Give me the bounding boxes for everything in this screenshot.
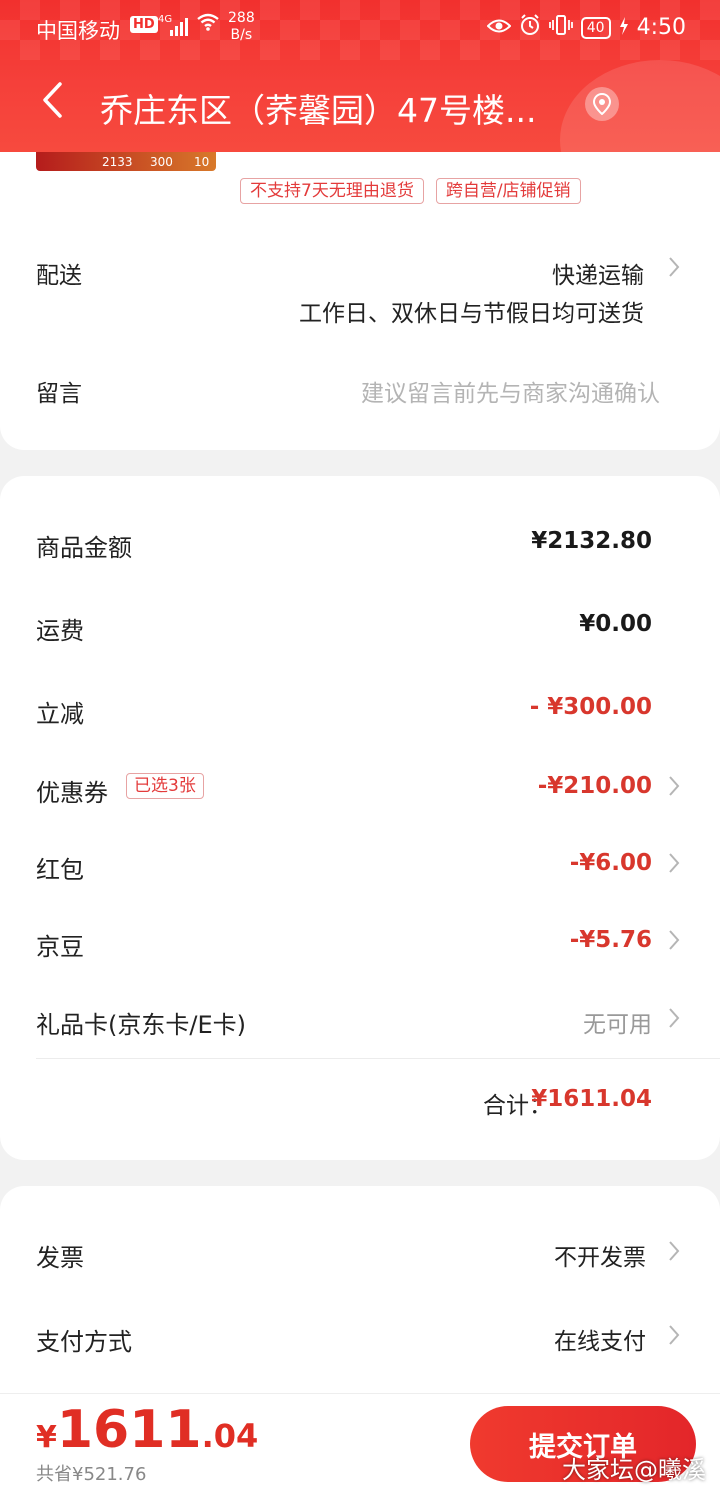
total-value: ¥1611.04 [531,1086,652,1112]
thumb-number-1: 2133 [102,155,133,169]
status-bar: 中国移动 HD 4G 288 B/s 40 4:50 [0,0,720,56]
coupon-label: 优惠券 [36,779,108,807]
shipping-row: 运费 ¥0.00 [36,611,684,651]
instant-discount-label: 立减 [36,700,84,728]
delivery-label: 配送 [36,263,82,289]
no-return-tag: 不支持7天无理由退货 [240,178,424,204]
gift-card-label: 礼品卡(京东卡/E卡) [36,1011,246,1039]
payment-method-row[interactable]: 支付方式 在线支付 [36,1322,684,1362]
delivery-note: 工作日、双休日与节假日均可送货 [299,301,644,327]
chevron-left-icon [41,81,63,123]
instant-discount-row: 立减 - ¥300.00 [36,694,684,734]
saved-amount: 共省¥521.76 [36,1464,147,1485]
thumb-number-2: 300 [150,155,173,169]
speed-value: 288 [228,10,255,26]
network-speed: 288 B/s [228,10,255,44]
amount-integer: 1611 [56,1400,202,1460]
jingdou-value: -¥5.76 [569,927,652,953]
red-packet-label: 红包 [36,856,84,884]
header: 中国移动 HD 4G 288 B/s 40 4:50 乔庄东区（荞馨园）47号楼… [0,0,720,152]
message-input[interactable]: 建议留言前先与商家沟通确认 [361,374,660,408]
chevron-right-icon[interactable] [668,929,680,957]
red-packet-value: -¥6.00 [569,850,652,876]
amount-decimal: .04 [201,1417,259,1455]
chevron-right-icon[interactable] [668,1324,680,1352]
watermark-text: 大家坛@曦溪 [562,1456,706,1484]
invoice-row[interactable]: 发票 不开发票 [36,1238,684,1278]
chevron-right-icon[interactable] [668,256,680,284]
coupon-selected-badge: 已选3张 [126,773,204,799]
vibrate-icon [548,14,573,41]
shipping-value: ¥0.00 [579,611,652,637]
signal-icon [170,18,188,36]
payment-method-value: 在线支付 [554,1329,646,1355]
location-pin-icon[interactable] [585,87,619,121]
product-tags: 不支持7天无理由退货 跨自营/店铺促销 [240,178,581,204]
divider [36,1058,720,1059]
clock-time: 4:50 [636,15,686,40]
red-packet-row[interactable]: 红包 -¥6.00 [36,850,684,890]
payment-method-label: 支付方式 [36,1328,132,1356]
goods-amount-label: 商品金额 [36,534,132,562]
eye-icon [486,16,512,40]
order-info-card: 1823 2133 300 10 不支持7天无理由退货 跨自营/店铺促销 配送 … [0,100,720,450]
charging-icon [619,16,629,40]
goods-amount-value: ¥2132.80 [531,528,652,554]
speed-unit: B/s [230,27,253,43]
carrier-name: 中国移动 [36,19,120,43]
battery-icon: 40 [580,16,611,39]
message-label: 留言 [36,381,82,407]
thumb-number-3: 10 [194,155,210,169]
alarm-icon [519,14,541,41]
promotion-tag: 跨自营/店铺促销 [435,178,581,204]
jingdou-row[interactable]: 京豆 -¥5.76 [36,927,684,967]
chevron-right-icon[interactable] [668,852,680,880]
delivery-method[interactable]: 快递运输 [552,256,644,290]
invoice-label: 发票 [36,1244,84,1272]
wifi-icon [196,12,220,38]
title-bar: 乔庄东区（荞馨园）47号楼... [0,60,720,152]
instant-discount-value: - ¥300.00 [529,694,652,720]
chevron-right-icon[interactable] [668,1007,680,1035]
currency-symbol: ¥ [36,1420,57,1455]
chevron-right-icon[interactable] [668,775,680,803]
page-title[interactable]: 乔庄东区（荞馨园）47号楼... [100,84,570,132]
invoice-value: 不开发票 [554,1245,646,1271]
price-breakdown-card: 商品金额 ¥2132.80 运费 ¥0.00 立减 - ¥300.00 优惠券 … [0,476,720,1160]
hd-icon: HD [130,16,158,33]
coupon-row[interactable]: 优惠券 已选3张 -¥210.00 [36,773,684,813]
status-right: 40 4:50 [486,14,686,41]
goods-amount-row: 商品金额 ¥2132.80 [36,528,684,568]
shipping-label: 运费 [36,617,84,645]
gift-card-value: 无可用 [583,1012,652,1038]
gift-card-row[interactable]: 礼品卡(京东卡/E卡) 无可用 [36,1005,684,1045]
pay-amount: ¥1611.04 [36,1400,258,1460]
chevron-right-icon[interactable] [668,1240,680,1268]
back-button[interactable] [28,78,76,126]
jingdou-label: 京豆 [36,933,84,961]
coupon-value: -¥210.00 [537,773,652,799]
